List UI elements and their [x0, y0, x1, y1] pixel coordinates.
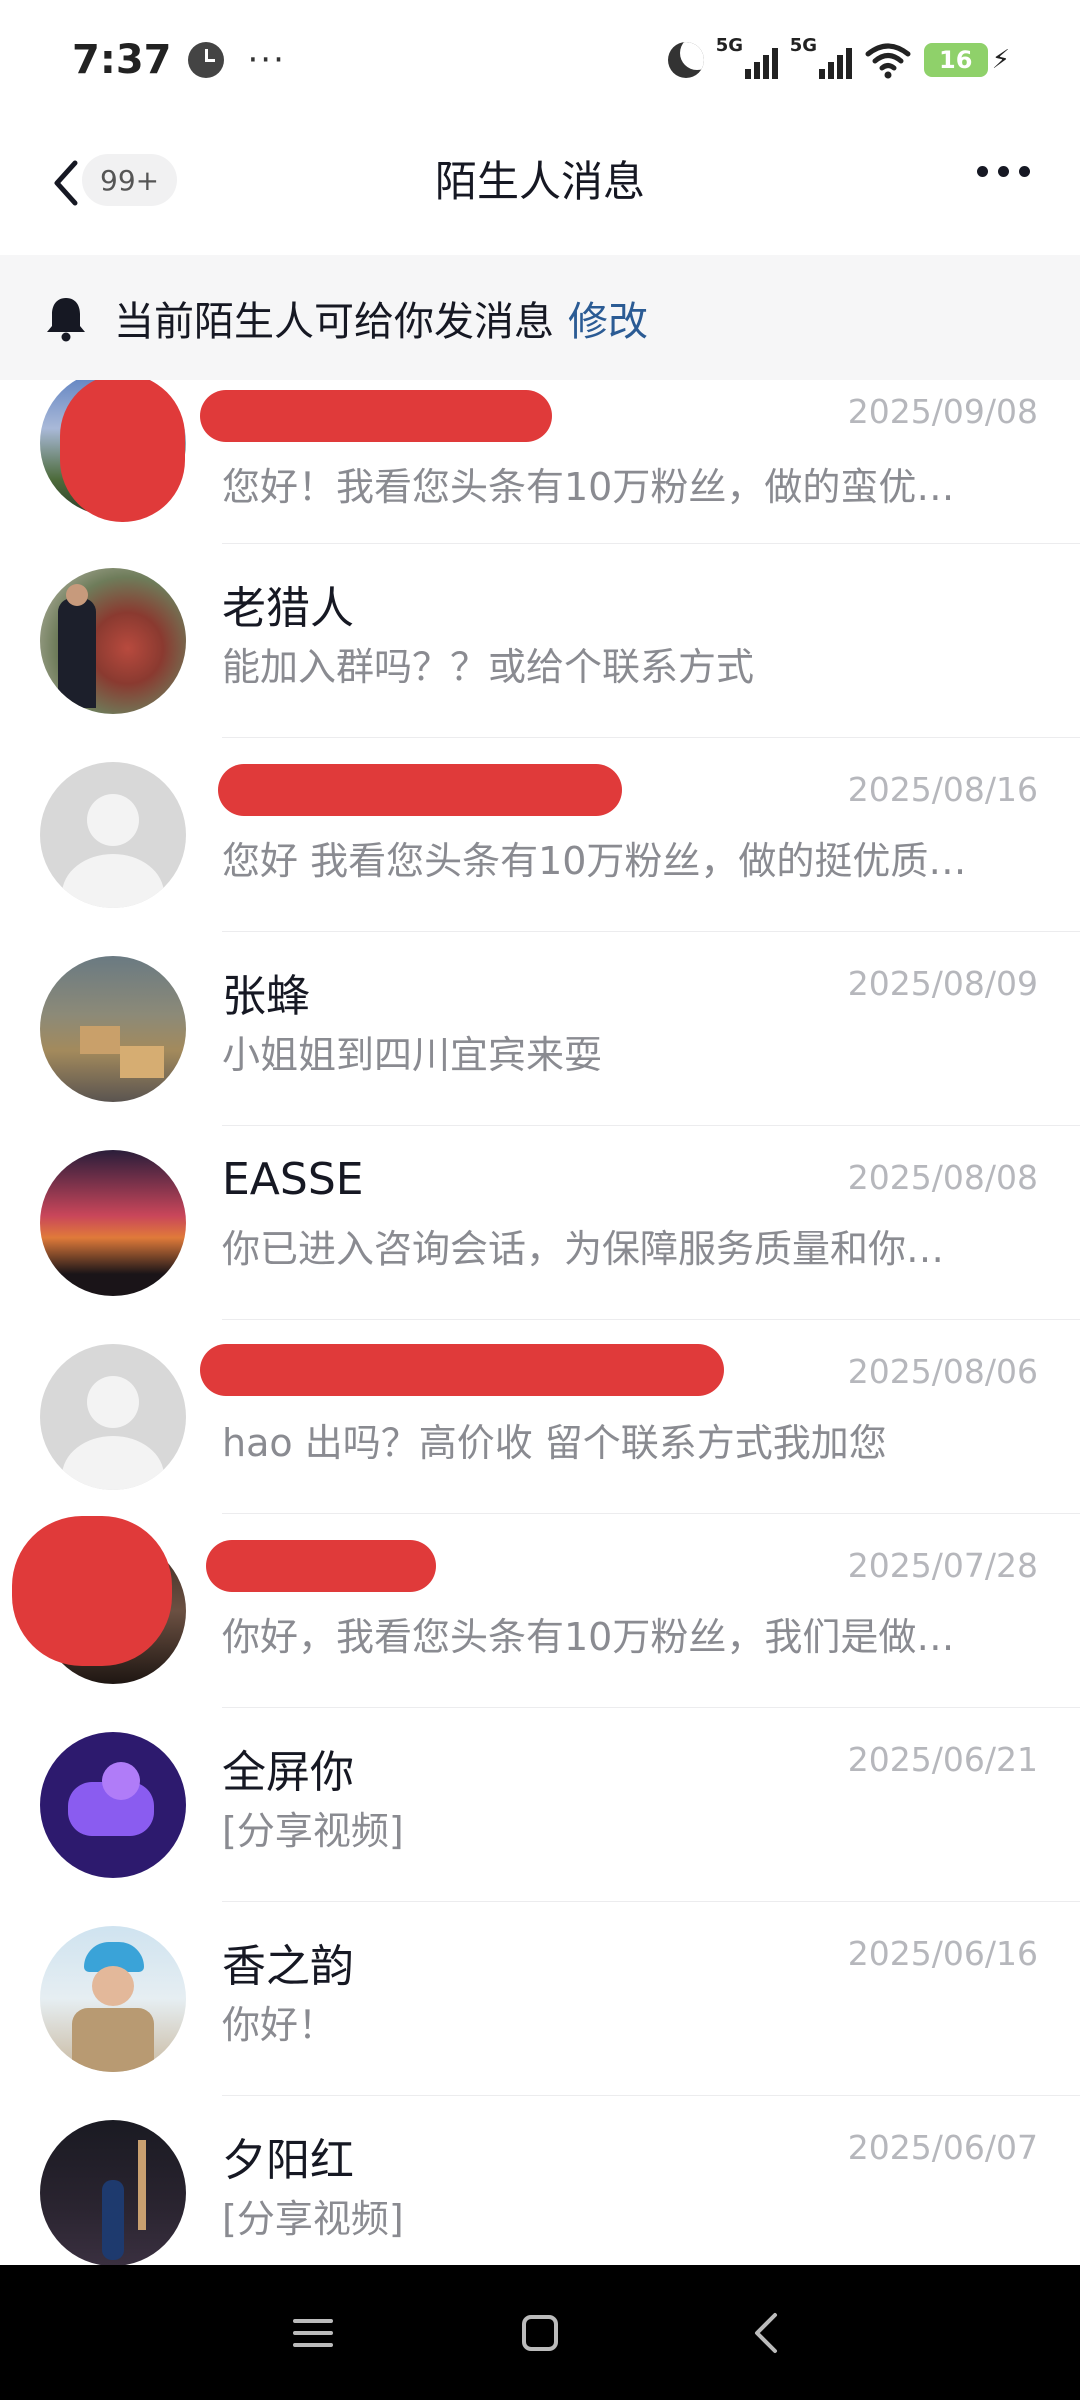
list-item[interactable]: 张蜂 2025/08/09 小姐姐到四川宜宾来耍 — [0, 932, 1080, 1126]
message-preview: 你已进入咨询会话，为保障服务质量和你… — [222, 1227, 945, 1271]
system-nav-bar — [0, 2265, 1080, 2400]
charging-icon: ⚡ — [991, 45, 1010, 75]
message-time: 2025/06/21 — [847, 1740, 1038, 1779]
status-time: 7:37 — [72, 37, 172, 83]
message-preview: 能加入群吗？？或给个联系方式 — [222, 645, 755, 689]
message-time: 2025/08/06 — [847, 1352, 1038, 1391]
notice-text: 当前陌生人可给你发消息 — [114, 298, 554, 345]
list-item[interactable]: 2025/07/28 你好，我看您头条有10万粉丝，我们是做… — [0, 1514, 1080, 1708]
list-item[interactable]: EASSE 2025/08/08 你已进入咨询会话，为保障服务质量和你… — [0, 1126, 1080, 1320]
page-title: 陌生人消息 — [434, 157, 645, 206]
message-preview: hao 出吗？高价收 留个联系方式我加您 — [222, 1421, 887, 1465]
status-bar: 7:37 ··· 5G 5G 16 ⚡ — [0, 0, 1080, 120]
redaction-mark — [218, 764, 622, 816]
bell-icon — [47, 297, 85, 341]
home-square-icon — [521, 2314, 558, 2351]
battery-icon: 16 ⚡ — [923, 43, 1010, 77]
list-item[interactable]: 夕阳红 2025/06/07 [分享视频] — [0, 2096, 1080, 2265]
message-time: 2025/08/08 — [847, 1158, 1038, 1197]
home-button[interactable] — [500, 2293, 580, 2373]
menu-icon — [293, 2318, 334, 2347]
avatar — [40, 956, 186, 1102]
network-type-label: 5G — [715, 35, 744, 56]
contact-name: 香之韵 — [222, 1941, 354, 1992]
list-item[interactable]: 2025/08/06 hao 出吗？高价收 留个联系方式我加您 — [0, 1320, 1080, 1514]
contact-name: 夕阳红 — [222, 2135, 354, 2186]
redaction-mark — [200, 390, 552, 442]
avatar — [40, 2120, 186, 2265]
message-preview: 小姐姐到四川宜宾来耍 — [222, 1033, 603, 1077]
system-back-button[interactable] — [727, 2293, 807, 2373]
contact-name: 老猎人 — [222, 583, 354, 634]
default-avatar-icon — [40, 762, 186, 908]
redaction-mark — [200, 1344, 724, 1396]
back-triangle-icon — [754, 2312, 777, 2353]
wifi-icon — [864, 40, 912, 80]
avatar — [40, 1732, 186, 1878]
signal-icon: 5G — [790, 35, 852, 81]
recent-apps-button[interactable] — [273, 2293, 353, 2373]
header: 99+ 陌生人消息 — [0, 120, 1080, 255]
more-button[interactable] — [977, 166, 1030, 177]
message-time: 2025/06/07 — [847, 2128, 1038, 2167]
message-preview: [分享视频] — [222, 1809, 404, 1853]
status-more-dots: ··· — [247, 40, 286, 80]
message-time: 2025/06/16 — [847, 1934, 1038, 1973]
redaction-mark — [60, 380, 185, 522]
contact-name: 张蜂 — [222, 971, 310, 1022]
message-preview: 你好，我看您头条有10万粉丝，我们是做… — [222, 1615, 955, 1659]
message-preview: 您好 我看您头条有10万粉丝，做的挺优质… — [222, 839, 967, 883]
contact-name: 全屏你 — [222, 1747, 354, 1798]
signal-icon: 5G — [716, 35, 778, 81]
more-horizontal-icon — [977, 166, 988, 177]
contact-name: EASSE — [222, 1154, 364, 1205]
message-time: 2025/08/16 — [847, 770, 1038, 809]
default-avatar-icon — [40, 1344, 186, 1490]
notice-bar: 当前陌生人可给你发消息 修改 — [0, 255, 1080, 380]
message-time: 2025/09/08 — [847, 392, 1038, 431]
message-preview: 您好！我看您头条有10万粉丝，做的蛮优… — [222, 465, 955, 509]
network-type-label: 5G — [789, 35, 818, 56]
clock-icon — [187, 42, 224, 78]
list-item[interactable]: 全屏你 2025/06/21 [分享视频] — [0, 1708, 1080, 1902]
list-item[interactable]: 2025/09/08 您好！我看您头条有10万粉丝，做的蛮优… — [0, 380, 1080, 544]
redaction-mark — [12, 1516, 172, 1666]
message-preview: 你好！ — [222, 2003, 337, 2047]
list-item[interactable]: 老猎人 能加入群吗？？或给个联系方式 — [0, 544, 1080, 738]
message-preview: [分享视频] — [222, 2197, 404, 2241]
message-time: 2025/07/28 — [847, 1546, 1038, 1585]
moon-icon — [667, 42, 704, 78]
message-time: 2025/08/09 — [847, 964, 1038, 1003]
list-item[interactable]: 2025/08/16 您好 我看您头条有10万粉丝，做的挺优质… — [0, 738, 1080, 932]
message-list: 2025/09/08 您好！我看您头条有10万粉丝，做的蛮优… 老猎人 能加入群… — [0, 380, 1080, 2265]
redaction-mark — [206, 1540, 436, 1592]
avatar — [40, 1926, 186, 2072]
avatar — [40, 568, 186, 714]
avatar — [40, 1150, 186, 1296]
modify-link[interactable]: 修改 — [568, 289, 648, 347]
battery-level: 16 — [923, 43, 988, 77]
list-item[interactable]: 香之韵 2025/06/16 你好！ — [0, 1902, 1080, 2096]
